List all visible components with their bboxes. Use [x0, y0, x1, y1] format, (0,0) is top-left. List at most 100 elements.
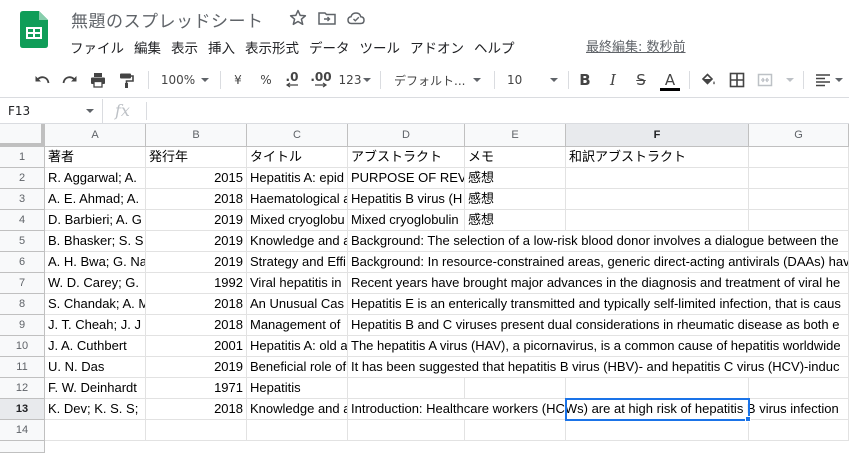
cell-b3[interactable]: 2018	[146, 189, 247, 210]
cell-e14[interactable]	[465, 420, 566, 441]
name-box[interactable]: F13	[0, 99, 103, 123]
document-title[interactable]: 無題のスプレッドシート	[71, 7, 264, 32]
fill-handle[interactable]	[745, 416, 751, 422]
row-header-partial[interactable]	[0, 441, 45, 453]
cell-c5[interactable]: Knowledge and a	[247, 231, 348, 252]
italic-button[interactable]: I	[603, 62, 623, 98]
cell-d9[interactable]: Hepatitis B and C viruses present dual c…	[348, 315, 849, 336]
text-color-button[interactable]: A	[659, 62, 681, 98]
cell-c10[interactable]: Hepatitis A: old a	[247, 336, 348, 357]
row-header[interactable]: 3	[0, 189, 45, 210]
cell-c8[interactable]: An Unusual Cas	[247, 294, 348, 315]
cell-c9[interactable]: Management of	[247, 315, 348, 336]
cell-f12[interactable]	[566, 378, 749, 399]
cell-d14[interactable]	[348, 420, 465, 441]
row-header[interactable]: 13	[0, 399, 45, 420]
cell-g4[interactable]	[749, 210, 849, 231]
cell-c14[interactable]	[247, 420, 348, 441]
merge-dropdown-button[interactable]	[784, 62, 796, 98]
bold-button[interactable]: B	[575, 62, 595, 98]
cell-g1[interactable]	[749, 147, 849, 168]
menu-help[interactable]: ヘルプ	[474, 37, 515, 57]
cell-f3[interactable]	[566, 189, 749, 210]
cell-a11[interactable]: U. N. Das	[45, 357, 146, 378]
row-header[interactable]: 4	[0, 210, 45, 231]
cell-a4[interactable]: D. Barbieri; A. G	[45, 210, 146, 231]
cell-f2[interactable]	[566, 168, 749, 189]
column-header-c[interactable]: C	[247, 124, 348, 147]
cell-c7[interactable]: Viral hepatitis in	[247, 273, 348, 294]
cell-d4[interactable]: Mixed cryoglobulin	[348, 210, 465, 231]
font-select[interactable]: デフォルト...	[390, 62, 486, 98]
cell-d8[interactable]: Hepatitis E is an enterically transmitte…	[348, 294, 849, 315]
menu-edit[interactable]: 編集	[134, 37, 161, 57]
cell-d2[interactable]: PURPOSE OF REV	[348, 168, 465, 189]
borders-icon[interactable]	[726, 62, 748, 98]
cell-g2[interactable]	[749, 168, 849, 189]
cell-b8[interactable]: 2018	[146, 294, 247, 315]
cell-b5[interactable]: 2019	[146, 231, 247, 252]
cell-c6[interactable]: Strategy and Effi	[247, 252, 348, 273]
last-edit-link[interactable]: 最終編集: 数秒前	[586, 36, 686, 55]
cell-c4[interactable]: Mixed cryoglobu	[247, 210, 348, 231]
cell-d11[interactable]: It has been suggested that hepatitis B v…	[348, 357, 849, 378]
cell-b11[interactable]: 2019	[146, 357, 247, 378]
column-header-f[interactable]: F	[566, 124, 749, 147]
cell-a10[interactable]: J. A. Cuthbert	[45, 336, 146, 357]
column-header-g[interactable]: G	[749, 124, 849, 147]
cloud-saved-icon[interactable]	[346, 8, 366, 28]
column-header-a[interactable]: A	[45, 124, 146, 147]
cell-d7[interactable]: Recent years have brought major advances…	[348, 273, 849, 294]
cell-d13[interactable]: Introduction: Healthcare workers (HCWs) …	[348, 399, 849, 420]
cell-d1[interactable]: アブストラクト	[348, 147, 465, 168]
row-header[interactable]: 12	[0, 378, 45, 399]
cell-b13[interactable]: 2018	[146, 399, 247, 420]
cell-e2[interactable]: 感想	[465, 168, 566, 189]
cell-b14[interactable]	[146, 420, 247, 441]
paint-format-icon[interactable]	[115, 62, 137, 98]
cell-f4[interactable]	[566, 210, 749, 231]
cell-b12[interactable]: 1971	[146, 378, 247, 399]
cell-a7[interactable]: W. D. Carey; G.	[45, 273, 146, 294]
cell-a8[interactable]: S. Chandak; A. M	[45, 294, 146, 315]
row-header[interactable]: 1	[0, 147, 45, 168]
cell-a5[interactable]: B. Bhasker; S. S	[45, 231, 146, 252]
sheets-logo-icon[interactable]	[20, 11, 48, 48]
menu-view[interactable]: 表示	[171, 37, 198, 57]
cell-d5[interactable]: Background: The selection of a low-risk …	[348, 231, 849, 252]
horizontal-align-button[interactable]	[810, 62, 846, 98]
menu-addons[interactable]: アドオン	[410, 37, 464, 57]
decrease-decimal-button[interactable]: .0	[281, 62, 303, 98]
cell-a3[interactable]: A. E. Ahmad; A.	[45, 189, 146, 210]
cell-c11[interactable]: Beneficial role of	[247, 357, 348, 378]
zoom-select[interactable]: 100%	[157, 62, 213, 98]
select-all-corner[interactable]	[0, 124, 45, 147]
cell-a6[interactable]: A. H. Bwa; G. Na	[45, 252, 146, 273]
cell-e12[interactable]	[465, 378, 566, 399]
cell-f1[interactable]: 和訳アブストラクト	[566, 147, 749, 168]
print-icon[interactable]	[87, 62, 109, 98]
cell-d3[interactable]: Hepatitis B virus (H	[348, 189, 465, 210]
cell-b10[interactable]: 2001	[146, 336, 247, 357]
cell-c12[interactable]: Hepatitis	[247, 378, 348, 399]
cell-d10[interactable]: The hepatitis A virus (HAV), a picornavi…	[348, 336, 849, 357]
cell-a13[interactable]: K. Dev; K. S. S;	[45, 399, 146, 420]
row-header[interactable]: 6	[0, 252, 45, 273]
menu-format[interactable]: 表示形式	[245, 37, 299, 57]
cell-c1[interactable]: タイトル	[247, 147, 348, 168]
cell-e1[interactable]: メモ	[465, 147, 566, 168]
star-icon[interactable]	[288, 8, 308, 28]
cell-e3[interactable]: 感想	[465, 189, 566, 210]
increase-decimal-button[interactable]: .00	[308, 62, 334, 98]
strikethrough-button[interactable]: S	[631, 62, 651, 98]
currency-format-button[interactable]: ¥	[228, 62, 248, 98]
cell-g12[interactable]	[749, 378, 849, 399]
row-header[interactable]: 14	[0, 420, 45, 441]
cell-c2[interactable]: Hepatitis A: epid	[247, 168, 348, 189]
cell-b6[interactable]: 2019	[146, 252, 247, 273]
column-header-b[interactable]: B	[146, 124, 247, 147]
cell-d12[interactable]	[348, 378, 465, 399]
cell-d6[interactable]: Background: In resource-constrained area…	[348, 252, 849, 273]
fill-color-icon[interactable]	[697, 62, 719, 98]
font-size-select[interactable]: 10	[503, 62, 561, 98]
